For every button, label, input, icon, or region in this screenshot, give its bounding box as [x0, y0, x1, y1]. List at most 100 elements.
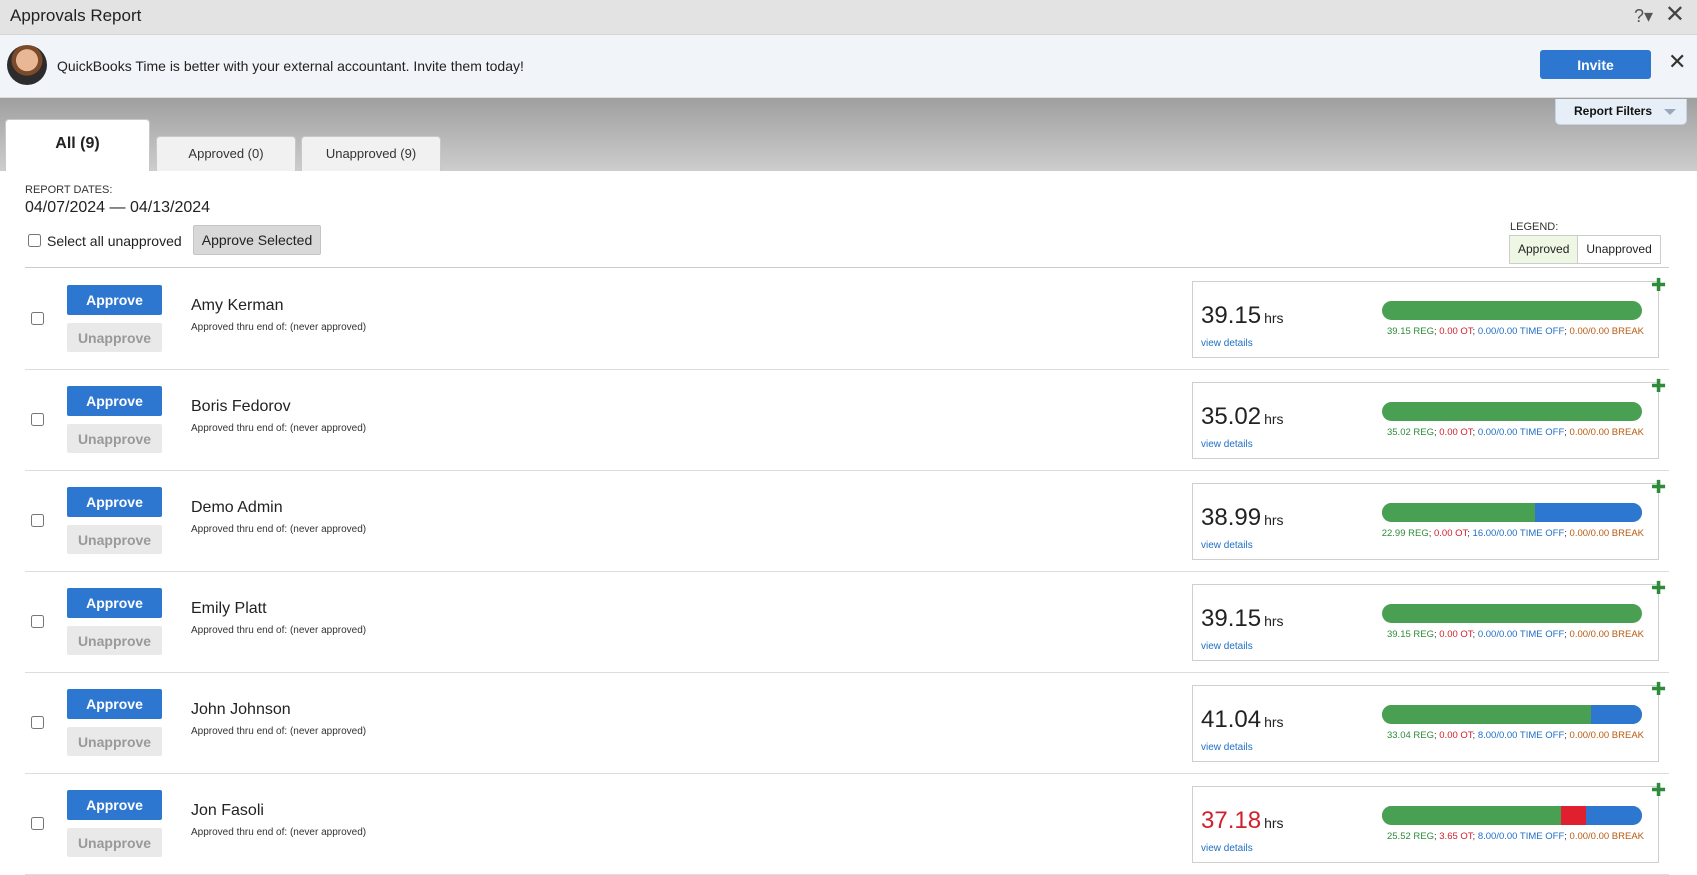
total-hours: 39.15 hrs [1201, 302, 1284, 330]
report-filters-button[interactable]: Report Filters [1555, 99, 1687, 125]
approve-selected-button[interactable]: Approve Selected [193, 225, 321, 255]
employee-name: Emily Platt [191, 600, 267, 617]
employee-name: Demo Admin [191, 499, 283, 516]
unapprove-button[interactable]: Unapprove [67, 727, 162, 756]
total-hours-value: 38.99 [1201, 504, 1262, 531]
approve-button[interactable]: Approve [67, 588, 162, 618]
hours-bar [1382, 604, 1642, 623]
row-checkbox[interactable] [31, 716, 44, 729]
view-details-link[interactable]: view details [1201, 439, 1253, 450]
legend-approved: Approved [1510, 236, 1579, 263]
legend-unapproved: Unapproved [1578, 236, 1660, 263]
row-checkbox[interactable] [31, 615, 44, 628]
break-hours: 0.00/0.00 BREAK [1569, 831, 1644, 842]
regular-segment [1382, 705, 1592, 724]
unapprove-button[interactable]: Unapprove [67, 525, 162, 554]
break-hours: 0.00/0.00 BREAK [1569, 326, 1644, 337]
approved-thru: Approved thru end of: (never approved) [191, 423, 367, 434]
tab-unapproved[interactable]: Unapproved (9) [301, 136, 441, 172]
hours-summary: 39.15 hrs view details 39.15 REG; 0.00 OT… [1192, 584, 1659, 661]
approve-button[interactable]: Approve [67, 487, 162, 517]
row-checkbox[interactable] [31, 413, 44, 426]
view-details-link[interactable]: view details [1201, 742, 1253, 753]
employee-row: Approve Unapprove John Johnson Approved … [25, 672, 1669, 774]
plus-icon[interactable]: ✚ [1651, 478, 1666, 496]
employee-name: Amy Kerman [191, 297, 284, 314]
approve-button[interactable]: Approve [67, 285, 162, 315]
report-dates-label: REPORT DATES: [25, 184, 113, 196]
plus-icon[interactable]: ✚ [1651, 377, 1666, 395]
hours-bar [1382, 402, 1642, 421]
total-hours: 38.99 hrs [1201, 504, 1284, 532]
hours-breakdown: 39.15 REG; 0.00 OT; 0.00/0.00 TIME OFF; … [1386, 629, 1644, 640]
plus-icon[interactable]: ✚ [1651, 579, 1666, 597]
time-off-hours: 8.00/0.00 TIME OFF [1477, 730, 1565, 741]
invite-banner: QuickBooks Time is better with your exte… [0, 35, 1697, 98]
select-all-checkbox[interactable] [28, 234, 41, 247]
legend: Approved Unapproved [1509, 235, 1661, 264]
total-hours-value: 39.15 [1201, 302, 1262, 329]
approve-button[interactable]: Approve [67, 689, 162, 719]
plus-icon[interactable]: ✚ [1651, 680, 1666, 698]
approve-button[interactable]: Approve [67, 790, 162, 820]
hours-unit: hrs [1264, 613, 1284, 629]
time-off-hours: 0.00/0.00 TIME OFF [1477, 427, 1565, 438]
chevron-down-icon [1664, 109, 1676, 115]
approved-thru: Approved thru end of: (never approved) [191, 524, 367, 535]
time-off-hours: 0.00/0.00 TIME OFF [1477, 326, 1565, 337]
hours-summary: 41.04 hrs view details 33.04 REG; 0.00 OT… [1192, 685, 1659, 762]
ot-hours: 0.00 OT [1439, 629, 1473, 640]
hours-bar [1382, 705, 1642, 724]
ot-hours: 3.65 OT [1439, 831, 1473, 842]
view-details-link[interactable]: view details [1201, 641, 1253, 652]
unapprove-button[interactable]: Unapprove [67, 828, 162, 857]
regular-segment [1382, 503, 1536, 522]
plus-icon[interactable]: ✚ [1651, 781, 1666, 799]
title-bar: Approvals Report ?▾ ✕ [0, 0, 1697, 35]
select-all-unapproved[interactable]: Select all unapproved [28, 233, 182, 249]
ot-hours: 0.00 OT [1439, 427, 1473, 438]
ot-hours: 0.00 OT [1433, 528, 1468, 539]
reg-hours: 39.15 REG [1386, 629, 1434, 640]
hours-bar [1382, 503, 1642, 522]
ot-hours: 0.00 OT [1439, 730, 1473, 741]
row-checkbox[interactable] [31, 817, 44, 830]
row-checkbox[interactable] [31, 312, 44, 325]
employee-row: Approve Unapprove Amy Kerman Approved th… [25, 268, 1669, 370]
break-hours: 0.00/0.00 BREAK [1569, 427, 1644, 438]
break-hours: 0.00/0.00 BREAK [1569, 730, 1644, 741]
help-icon[interactable]: ?▾ [1634, 6, 1653, 27]
time-off-hours: 16.00/0.00 TIME OFF [1472, 528, 1565, 539]
hours-unit: hrs [1264, 411, 1284, 427]
regular-segment [1382, 604, 1642, 623]
close-banner-icon[interactable]: ✕ [1668, 51, 1686, 73]
row-checkbox[interactable] [31, 514, 44, 527]
unapprove-button[interactable]: Unapprove [67, 424, 162, 453]
ot-hours: 0.00 OT [1439, 326, 1473, 337]
reg-hours: 39.15 REG [1386, 326, 1434, 337]
time-off-segment [1591, 705, 1642, 724]
break-hours: 0.00/0.00 BREAK [1569, 629, 1644, 640]
view-details-link[interactable]: view details [1201, 843, 1253, 854]
view-details-link[interactable]: view details [1201, 338, 1253, 349]
employee-row: Approve Unapprove Demo Admin Approved th… [25, 470, 1669, 572]
unapprove-button[interactable]: Unapprove [67, 323, 162, 352]
tab-approved[interactable]: Approved (0) [156, 136, 296, 172]
total-hours-value: 41.04 [1201, 706, 1262, 733]
close-window-icon[interactable]: ✕ [1665, 3, 1685, 27]
hours-breakdown: 22.99 REG; 0.00 OT; 16.00/0.00 TIME OFF;… [1381, 528, 1644, 539]
total-hours: 41.04 hrs [1201, 706, 1284, 734]
tab-all[interactable]: All (9) [5, 119, 150, 172]
view-details-link[interactable]: view details [1201, 540, 1253, 551]
reg-hours: 35.02 REG [1386, 427, 1434, 438]
plus-icon[interactable]: ✚ [1651, 276, 1666, 294]
time-off-segment [1586, 806, 1642, 825]
time-off-hours: 0.00/0.00 TIME OFF [1477, 629, 1565, 640]
hours-breakdown: 39.15 REG; 0.00 OT; 0.00/0.00 TIME OFF; … [1386, 326, 1644, 337]
unapprove-button[interactable]: Unapprove [67, 626, 162, 655]
hours-summary: 35.02 hrs view details 35.02 REG; 0.00 OT… [1192, 382, 1659, 459]
approve-button[interactable]: Approve [67, 386, 162, 416]
invite-button[interactable]: Invite [1540, 50, 1651, 79]
employee-row: Approve Unapprove Boris Fedorov Approved… [25, 369, 1669, 471]
total-hours: 37.18 hrs [1201, 807, 1284, 835]
